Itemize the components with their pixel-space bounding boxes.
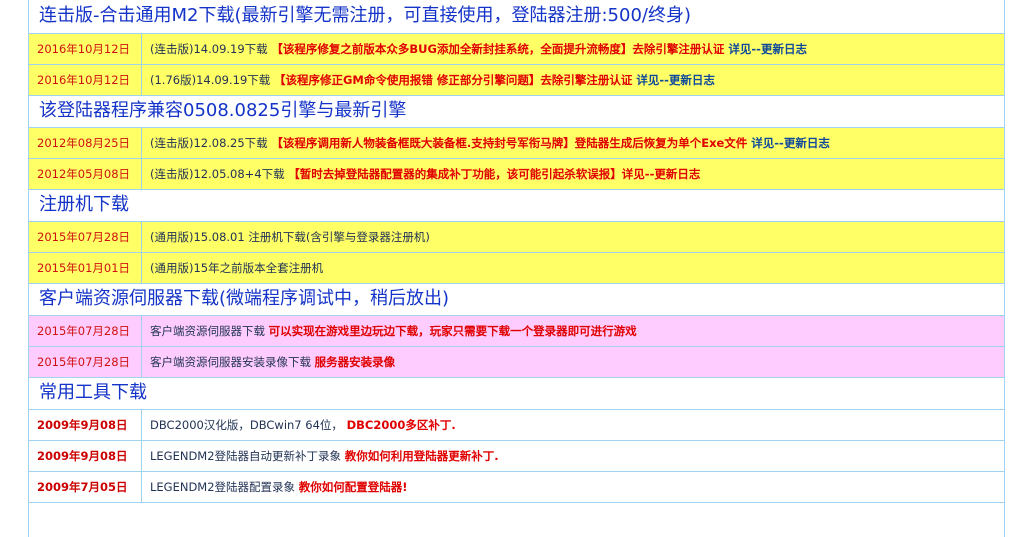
download-link[interactable]: 客户端资源伺服器安装录像下载 服务器安装录像 <box>142 347 1004 377</box>
list-item: 2009年9月08日 LEGENDM2登陆器自动更新补丁录象 教你如何利用登陆器… <box>29 441 1004 472</box>
download-link[interactable]: 客户端资源伺服器下载 可以实现在游戏里边玩边下载，玩家只需要下载一个登录器即可进… <box>142 316 1004 346</box>
list-item: 2015年07月28日 (通用版)15.08.01 注册机下载(含引擎与登录器注… <box>29 222 1004 253</box>
item-name: LEGENDM2登陆器配置录象 <box>150 480 296 494</box>
item-highlight: 服务器安装录像 <box>314 355 396 369</box>
release-date: 2012年08月25日 <box>29 128 142 158</box>
changelog-link[interactable]: 详见--更新日志 <box>747 136 830 150</box>
item-name: 客户端资源伺服器安装录像下载 <box>150 355 311 369</box>
download-link[interactable]: (连击版)12.05.08+4下载 【暂时去掉登陆器配置器的集成补丁功能，该可能… <box>142 159 1004 189</box>
section-title-keygen: 注册机下载 <box>29 190 1004 222</box>
section-title-launcher: 该登陆器程序兼容0508.0825引擎与最新引擎 <box>29 96 1004 128</box>
download-link[interactable]: (通用版)15年之前版本全套注册机 <box>142 253 1004 283</box>
list-item: 2015年01月01日 (通用版)15年之前版本全套注册机 <box>29 253 1004 284</box>
list-item: 2009年7月05日 LEGENDM2登陆器配置录象 教你如何配置登陆器! <box>29 472 1004 503</box>
item-name: 客户端资源伺服器下载 <box>150 324 265 338</box>
list-item: 2012年08月25日 (连击版)12.08.25下载 【该程序调用新人物装备框… <box>29 128 1004 159</box>
list-item: 2015年07月28日 客户端资源伺服器下载 可以实现在游戏里边玩边下载，玩家只… <box>29 316 1004 347</box>
release-date: 2009年7月05日 <box>29 472 142 502</box>
item-name: (1.76版)14.09.19下载 <box>150 73 271 87</box>
release-date: 2016年10月12日 <box>29 65 142 95</box>
list-item: 2015年07月28日 客户端资源伺服器安装录像下载 服务器安装录像 <box>29 347 1004 378</box>
section-title-tools: 常用工具下载 <box>29 378 1004 410</box>
list-item: 2012年05月08日 (连击版)12.05.08+4下载 【暂时去掉登陆器配置… <box>29 159 1004 190</box>
item-highlight: 【该程序调用新人物装备框既大装备框.支持封号军衔马牌】登陆器生成后恢复为单个Ex… <box>271 136 748 150</box>
item-name: DBC2000汉化版，DBCwin7 64位， <box>150 418 343 432</box>
download-link[interactable]: (连击版)14.09.19下载 【该程序修复之前版本众多BUG添加全新封挂系统，… <box>142 34 1004 64</box>
download-link[interactable]: (通用版)15.08.01 注册机下载(含引擎与登录器注册机) <box>142 222 1004 252</box>
list-item: 2016年10月12日 (连击版)14.09.19下载 【该程序修复之前版本众多… <box>29 34 1004 65</box>
item-name: LEGENDM2登陆器自动更新补丁录象 <box>150 449 342 463</box>
item-name: (连击版)14.09.19下载 <box>150 42 268 56</box>
section-title-client-resources: 客户端资源伺服器下载(微端程序调试中，稍后放出) <box>29 284 1004 316</box>
list-item: 2009年9月08日 DBC2000汉化版，DBCwin7 64位， DBC20… <box>29 410 1004 441</box>
item-highlight: DBC2000多区补丁. <box>346 418 456 432</box>
item-name: (连击版)12.05.08+4下载 <box>150 167 285 181</box>
item-highlight: 【该程序修正GM命令使用报错 修正部分引擎问题】去除引擎注册认证 <box>273 73 633 87</box>
release-date: 2015年07月28日 <box>29 222 142 252</box>
download-link[interactable]: LEGENDM2登陆器配置录象 教你如何配置登陆器! <box>142 472 1004 502</box>
release-date: 2012年05月08日 <box>29 159 142 189</box>
release-date: 2015年01月01日 <box>29 253 142 283</box>
item-highlight: 教你如何配置登陆器! <box>298 480 408 494</box>
download-link[interactable]: LEGENDM2登陆器自动更新补丁录象 教你如何利用登陆器更新补丁. <box>142 441 1004 471</box>
changelog-link[interactable]: 详见--更新日志 <box>724 42 807 56</box>
release-date: 2009年9月08日 <box>29 441 142 471</box>
item-highlight: 教你如何利用登陆器更新补丁. <box>344 449 499 463</box>
download-link[interactable]: DBC2000汉化版，DBCwin7 64位， DBC2000多区补丁. <box>142 410 1004 440</box>
list-item: 2016年10月12日 (1.76版)14.09.19下载 【该程序修正GM命令… <box>29 65 1004 96</box>
changelog-link[interactable]: 详见--更新日志 <box>632 73 715 87</box>
item-highlight: 【该程序修复之前版本众多BUG添加全新封挂系统，全面提升流畅度】去除引擎注册认证 <box>271 42 725 56</box>
section-title-combo-m2: 连击版-合击通用M2下载(最新引擎无需注册，可直接使用，登陆器注册:500/终身… <box>29 0 1004 34</box>
download-list: 连击版-合击通用M2下载(最新引擎无需注册，可直接使用，登陆器注册:500/终身… <box>28 0 1005 537</box>
item-name: (连击版)12.08.25下载 <box>150 136 268 150</box>
item-highlight: 【暂时去掉登陆器配置器的集成补丁功能，该可能引起杀软误报】详见--更新日志 <box>288 167 701 181</box>
download-link[interactable]: (1.76版)14.09.19下载 【该程序修正GM命令使用报错 修正部分引擎问… <box>142 65 1004 95</box>
item-highlight: 可以实现在游戏里边玩边下载，玩家只需要下载一个登录器即可进行游戏 <box>268 324 637 338</box>
release-date: 2016年10月12日 <box>29 34 142 64</box>
download-link[interactable]: (连击版)12.08.25下载 【该程序调用新人物装备框既大装备框.支持封号军衔… <box>142 128 1004 158</box>
item-name: (通用版)15年之前版本全套注册机 <box>150 261 324 275</box>
release-date: 2015年07月28日 <box>29 347 142 377</box>
release-date: 2015年07月28日 <box>29 316 142 346</box>
item-name: (通用版)15.08.01 注册机下载(含引擎与登录器注册机) <box>150 230 430 244</box>
release-date: 2009年9月08日 <box>29 410 142 440</box>
